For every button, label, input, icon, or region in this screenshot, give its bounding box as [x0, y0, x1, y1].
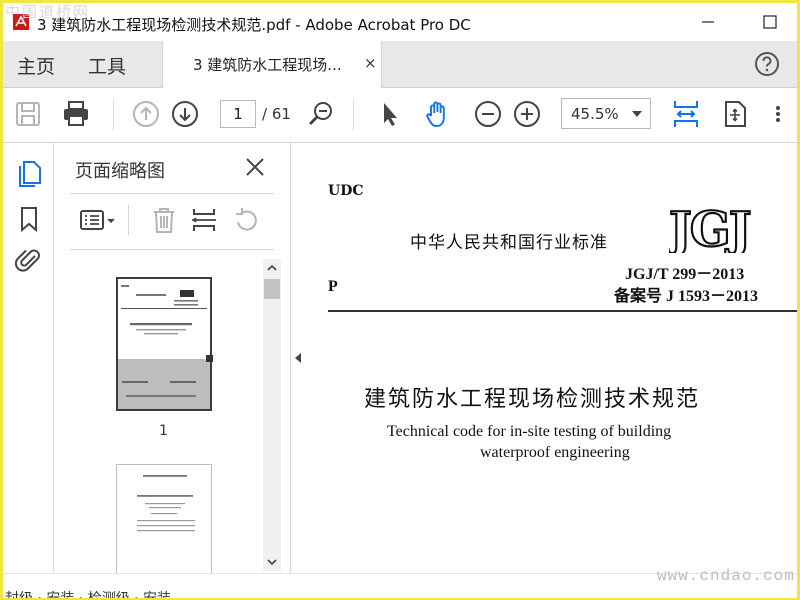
close-tab-icon[interactable]: × [364, 54, 377, 72]
classification-label: P [328, 278, 338, 295]
select-cursor-icon[interactable] [375, 99, 405, 129]
next-page-icon[interactable] [170, 99, 200, 129]
panel-divider [70, 249, 274, 250]
page-number-input[interactable]: 1 [220, 100, 256, 128]
document-title-en-line1: Technical code for in-site testing of bu… [387, 423, 672, 440]
tab-document[interactable]: 3 建筑防水工程现场... × [162, 41, 382, 88]
tab-tools[interactable]: 工具 [88, 52, 126, 79]
panel-title: 页面缩略图 [75, 161, 165, 182]
standard-type: 中华人民共和国行业标准 [410, 233, 608, 253]
page-thumbnail-content [137, 475, 195, 532]
scroll-up-icon[interactable] [263, 259, 281, 277]
title-bar: 3 建筑防水工程现场检测技术规范.pdf - Adobe Acrobat Pro… [3, 3, 797, 41]
toolbar-separator [353, 100, 354, 130]
header-rule [328, 310, 797, 312]
zoom-in-icon[interactable] [512, 99, 542, 129]
save-icon[interactable] [13, 99, 43, 129]
window-title: 3 建筑防水工程现场检测技术规范.pdf - Adobe Acrobat Pro… [37, 16, 471, 34]
panel-separator [128, 205, 129, 235]
bookmark-icon[interactable] [15, 205, 43, 233]
zoom-marquee-icon[interactable] [306, 99, 336, 129]
document-title-en-line2: waterproof engineering [480, 444, 630, 461]
delete-page-icon[interactable] [148, 205, 180, 235]
thumbnails-scrollbar[interactable] [263, 259, 281, 571]
thumbnail-resize-handle[interactable] [206, 355, 213, 362]
watermark-top-left: 中国道桥网 [5, 3, 91, 21]
thumbnail-options-icon[interactable] [79, 205, 119, 235]
attachment-icon[interactable] [15, 247, 43, 275]
zoom-out-icon[interactable] [473, 99, 503, 129]
more-tools-icon[interactable] [768, 99, 788, 129]
hand-tool-icon[interactable] [423, 99, 453, 129]
toolbar-separator [113, 100, 114, 130]
udc-label: UDC [328, 183, 364, 199]
jgj-logo: JGJ [669, 201, 753, 253]
record-number: 备案号 J 1593－2013 [614, 288, 759, 305]
tab-home[interactable]: 主页 [17, 52, 55, 79]
document-view[interactable]: UDC 中华人民共和国行业标准 JGJ JGJ/T 299－2013 P 备案号… [307, 143, 797, 573]
main-toolbar: 1 / 61 45.5% [3, 88, 797, 143]
collapse-panel-icon[interactable] [292, 350, 304, 366]
zoom-value: 45.5% [571, 105, 619, 123]
document-tab-label: 3 建筑防水工程现场... [193, 56, 342, 74]
watermark-bottom-right: www.cndao.com [657, 567, 795, 585]
page-thumbnail[interactable] [116, 277, 213, 411]
thumbnail-footer-band [118, 359, 210, 409]
scroll-thumb[interactable] [264, 279, 280, 299]
close-panel-icon[interactable] [243, 155, 267, 179]
fit-page-icon[interactable] [720, 99, 750, 129]
thumbnail-page-number: 1 [159, 423, 168, 439]
previous-page-icon[interactable] [131, 99, 161, 129]
fit-page-width-icon[interactable] [670, 97, 702, 131]
standard-code: JGJ/T 299－2013 [625, 266, 745, 283]
minimize-icon[interactable] [693, 9, 723, 35]
thumbnails-panel: 页面缩略图 1 [54, 143, 291, 574]
insert-page-icon[interactable] [188, 205, 220, 235]
svg-text:JGJ: JGJ [669, 202, 750, 253]
help-icon[interactable] [754, 51, 780, 77]
page-thumbnail-content [121, 285, 207, 335]
navigation-rail [3, 143, 54, 573]
document-title-cn: 建筑防水工程现场检测技术规范 [364, 387, 701, 412]
maximize-icon[interactable] [755, 9, 785, 35]
cut-off-caption: 封级 · 安装 · 检测级 · 安装 [5, 588, 171, 598]
page-total: / 61 [262, 105, 291, 123]
scroll-down-icon[interactable] [263, 553, 281, 571]
page-thumbnails-icon[interactable] [15, 159, 43, 187]
rotate-page-icon[interactable] [230, 205, 262, 235]
page-thumbnail[interactable] [116, 464, 212, 574]
chevron-down-icon [632, 111, 642, 117]
zoom-select[interactable]: 45.5% [561, 98, 651, 129]
print-icon[interactable] [61, 99, 91, 129]
tab-row: 主页 工具 3 建筑防水工程现场... × [3, 41, 797, 88]
panel-divider [70, 193, 274, 194]
